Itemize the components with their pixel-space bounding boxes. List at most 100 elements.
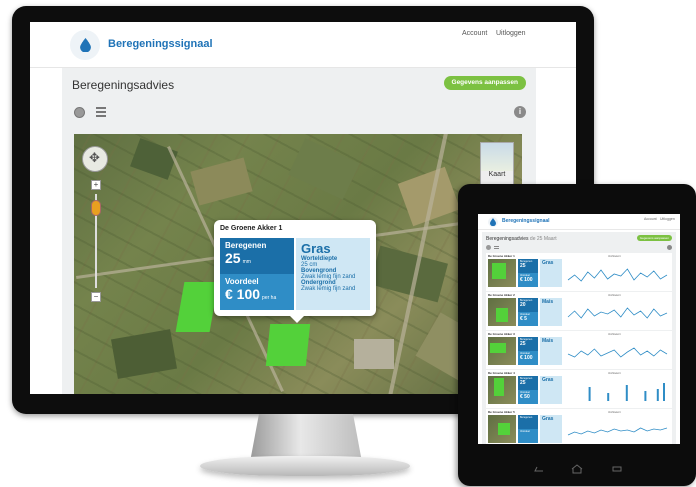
field-row[interactable]: De Groene Akker 1 Beregenen 25 Voordeel € 10…	[486, 253, 672, 291]
field-patch	[288, 138, 360, 200]
irrigation-advice: Beregenen	[518, 415, 538, 429]
irrigation-advice: Beregenen 25	[518, 376, 538, 390]
advice-value: 20	[520, 302, 526, 308]
account-link[interactable]: Account	[644, 217, 657, 221]
brand-name: Beregeningssignaal	[108, 38, 213, 50]
advice-unit: mm	[242, 259, 251, 265]
irrigation-advice: Beregenen 25	[518, 259, 538, 273]
tablet-screen: Beregeningssignaal Account Uitloggen Ber…	[478, 214, 680, 444]
map-type-label: Kaart	[488, 171, 506, 178]
moisture-sparkline	[567, 427, 668, 436]
edit-data-button[interactable]: Gegevens aanpassen	[636, 235, 672, 241]
chart-label: Vochttekort	[608, 255, 621, 258]
sparkline-bar	[588, 387, 591, 401]
account-link[interactable]: Account	[462, 30, 487, 37]
crop-name: Gras	[542, 416, 554, 422]
zoom-slider-handle[interactable]	[91, 200, 101, 216]
page-date: de 25 Maart	[529, 236, 557, 242]
tablet-app-header: Beregeningssignaal Account Uitloggen	[478, 214, 680, 230]
field-name: De Groene Akker 5	[488, 410, 515, 414]
field-name: De Groene Akker 3	[488, 332, 515, 336]
logo[interactable]	[488, 217, 498, 227]
advice-value: 25	[225, 250, 241, 266]
sparkline-line	[567, 427, 668, 436]
benefit-label: Voordeel	[225, 277, 259, 286]
field-row[interactable]: De Groene Akker 4 Beregenen 25 Voordeel € 50…	[486, 370, 672, 408]
field-row[interactable]: De Groene Akker 5 Beregenen Voordeel Gras Vo…	[486, 409, 672, 444]
field-thumbnail	[488, 259, 516, 287]
tablet-device: Beregeningssignaal Account Uitloggen Ber…	[458, 184, 696, 486]
page-title: Beregeningsadvies	[72, 78, 175, 92]
crop-name: Gras	[301, 241, 331, 256]
crop-name: Gras	[542, 260, 554, 266]
benefit-unit: per ha	[262, 295, 277, 301]
water-drop-icon	[79, 38, 91, 52]
benefit-advice: Voordeel € 5	[518, 312, 538, 326]
field-thumbnail	[488, 337, 516, 365]
logout-link[interactable]: Uitloggen	[660, 217, 675, 221]
list-view-icon[interactable]	[96, 107, 106, 117]
irrigation-advice: Beregenen 25	[518, 337, 538, 351]
zoom-out-icon[interactable]: −	[91, 292, 101, 302]
map-type-thumbnail	[481, 143, 513, 171]
logo[interactable]	[70, 30, 100, 60]
highlighted-field	[494, 378, 504, 396]
popup-field-name: De Groene Akker 1	[220, 225, 283, 232]
info-icon[interactable]	[667, 245, 672, 250]
list-view-icon[interactable]	[494, 246, 499, 249]
advice-value: 25	[520, 380, 526, 386]
sparkline-line	[567, 347, 668, 358]
crop-name: Mais	[542, 299, 554, 305]
highlighted-field[interactable]	[175, 282, 219, 332]
satellite-map[interactable]: + − Kaart De Groene Akker 1 Beregenen 2	[74, 134, 522, 394]
home-icon[interactable]	[570, 464, 584, 474]
advice-value: 25	[520, 341, 526, 347]
crop-info-box: Gras Worteldiepte 25 cm Bovengrond Zwak …	[296, 238, 370, 310]
page-title: Beregeningsadvies de 25 Maart	[486, 236, 557, 242]
highlighted-field	[490, 343, 506, 353]
crop-info-box: Mais	[540, 298, 562, 326]
irrigation-advice: Beregenen 25 mm	[220, 238, 294, 274]
benefit-advice: Voordeel € 100	[518, 273, 538, 287]
moisture-sparkline	[567, 347, 668, 358]
zoom-in-icon[interactable]: +	[91, 180, 101, 190]
map-view-icon[interactable]	[486, 245, 491, 250]
advice-label: Beregenen	[225, 241, 267, 250]
sparkline-line	[567, 268, 668, 282]
field-name: De Groene Akker 1	[488, 254, 515, 258]
chart-label: Vochttekort	[608, 411, 621, 414]
irrigation-advice: Beregenen 20	[518, 298, 538, 312]
field-row[interactable]: De Groene Akker 2 Beregenen 20 Voordeel € 5 M…	[486, 292, 672, 330]
highlighted-field	[498, 423, 510, 435]
product-showcase: Beregeningssignaal Account Uitloggen Ber…	[0, 0, 696, 487]
info-icon[interactable]: i	[514, 106, 526, 118]
map-view-icon[interactable]	[74, 107, 85, 118]
field-row[interactable]: De Groene Akker 3 Beregenen 25 Voordeel € 10…	[486, 331, 672, 369]
sparkline-bar	[607, 393, 610, 401]
edit-data-button[interactable]: Gegevens aanpassen	[443, 76, 526, 90]
benefit-advice: Voordeel € 100	[518, 351, 538, 365]
field-thumbnail	[488, 415, 516, 443]
sparkline-bar	[625, 385, 628, 401]
field-info-popup: De Groene Akker 1 Beregenen 25 mm Voordee…	[214, 220, 376, 323]
sparkline-bar	[656, 389, 659, 401]
highlighted-field	[492, 263, 506, 279]
highlighted-field	[496, 308, 508, 322]
pan-control-icon[interactable]	[82, 146, 108, 172]
subsoil-value: Zwak lemig fijn zand	[301, 286, 356, 292]
chart-label: Vochttekort	[608, 294, 621, 297]
back-icon[interactable]	[534, 466, 544, 472]
crop-info-box: Gras	[540, 259, 562, 287]
map-type-button[interactable]: Kaart	[480, 142, 514, 186]
brand-name: Beregeningssignaal	[502, 218, 550, 224]
field-name: De Groene Akker 4	[488, 371, 515, 375]
menu-icon[interactable]	[612, 466, 622, 472]
zoom-control: + −	[91, 180, 101, 302]
advice-box: Beregenen 25 mm Voordeel € 100 per ha	[220, 238, 294, 310]
benefit-advice: Voordeel	[518, 429, 538, 443]
highlighted-field[interactable]	[265, 324, 311, 366]
app-header: Beregeningssignaal Account Uitloggen	[30, 22, 576, 68]
field-thumbnail	[488, 298, 516, 326]
field-name: De Groene Akker 2	[488, 293, 515, 297]
logout-link[interactable]: Uitloggen	[496, 30, 526, 37]
